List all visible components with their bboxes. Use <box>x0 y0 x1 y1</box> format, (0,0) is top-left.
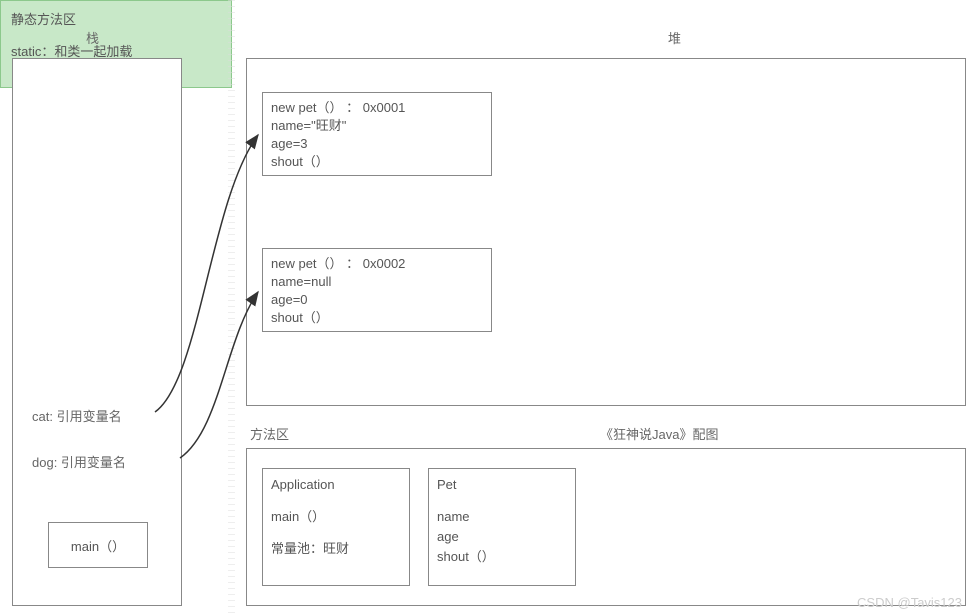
pet-method-shout: shout（） <box>437 547 567 567</box>
obj2-line3: age=0 <box>271 291 483 309</box>
heap-object-1: new pet（） ： 0x0001 name="旺财" age=3 shout… <box>262 92 492 176</box>
obj1-line2: name="旺财" <box>271 117 483 135</box>
application-const-pool: 常量池：旺财 <box>271 539 401 559</box>
method-area-pet: Pet name age shout（） <box>428 468 576 586</box>
application-main: main（） <box>271 507 401 527</box>
obj2-line2: name=null <box>271 273 483 291</box>
cat-variable-label: cat: 引用变量名 <box>32 406 122 425</box>
main-label: main（） <box>71 536 125 555</box>
book-title: 《狂神说Java》配图 <box>600 424 718 443</box>
static-area-title: 静态方法区 <box>11 9 221 31</box>
stack-main-frame: main（） <box>48 522 148 568</box>
obj2-line1: new pet（） ： 0x0002 <box>271 255 483 273</box>
obj1-line4: shout（） <box>271 153 483 171</box>
heap-title: 堆 <box>668 28 681 47</box>
watermark: CSDN @Tavis123 <box>857 595 962 610</box>
application-title: Application <box>271 475 401 495</box>
obj1-line1: new pet（） ： 0x0001 <box>271 99 483 117</box>
pet-title: Pet <box>437 475 567 495</box>
obj1-line3: age=3 <box>271 135 483 153</box>
method-area-application: Application main（） 常量池：旺财 <box>262 468 410 586</box>
obj2-line4: shout（） <box>271 309 483 327</box>
heap-object-2: new pet（） ： 0x0002 name=null age=0 shout… <box>262 248 492 332</box>
pet-field-name: name <box>437 507 567 527</box>
dog-variable-label: dog: 引用变量名 <box>32 452 126 471</box>
method-area-title: 方法区 <box>250 424 289 443</box>
pet-field-age: age <box>437 527 567 547</box>
stack-title: 栈 <box>86 28 99 47</box>
